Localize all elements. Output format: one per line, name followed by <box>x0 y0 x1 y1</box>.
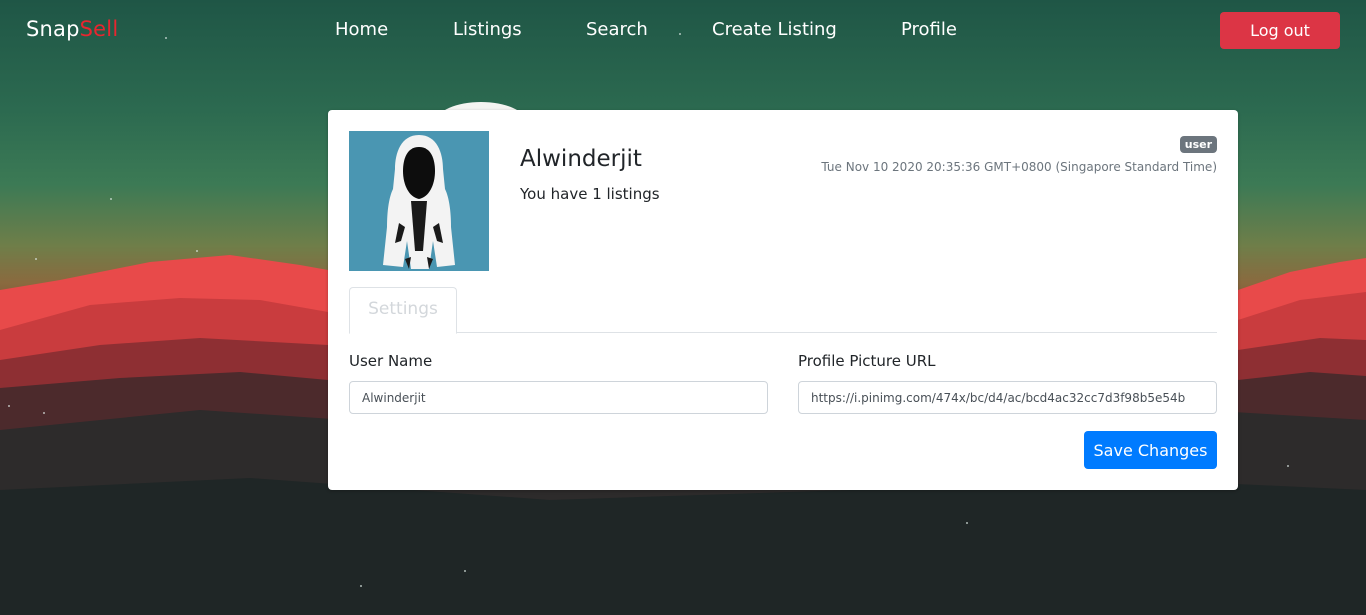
logout-button[interactable]: Log out <box>1220 12 1340 49</box>
profile-picture-label: Profile Picture URL <box>798 352 936 370</box>
profile-username: Alwinderjit <box>520 146 642 172</box>
save-changes-button[interactable]: Save Changes <box>1084 431 1217 469</box>
username-label: User Name <box>349 352 433 370</box>
nav-search[interactable]: Search <box>586 19 648 40</box>
brand-logo[interactable]: SnapSell <box>26 17 118 41</box>
profile-card: Alwinderjit You have 1 listings user Tue… <box>328 110 1238 490</box>
nav-create-listing[interactable]: Create Listing <box>712 19 837 40</box>
brand-name-accent: Sell <box>79 17 119 41</box>
listings-count: You have 1 listings <box>520 185 660 203</box>
navbar: SnapSell Home Listings Search Create Lis… <box>0 0 1366 62</box>
profile-picture-input[interactable] <box>798 381 1217 414</box>
nav-profile[interactable]: Profile <box>901 19 957 40</box>
profile-tabs: Settings <box>349 287 1217 334</box>
username-input[interactable] <box>349 381 768 414</box>
joined-timestamp: Tue Nov 10 2020 20:35:36 GMT+0800 (Singa… <box>821 160 1217 174</box>
brand-name: Snap <box>26 17 80 41</box>
hooded-figure-avatar-icon <box>349 131 489 271</box>
nav-home[interactable]: Home <box>335 19 388 40</box>
avatar <box>349 131 489 271</box>
tab-settings[interactable]: Settings <box>349 287 457 334</box>
role-badge: user <box>1179 136 1217 153</box>
nav-listings[interactable]: Listings <box>453 19 522 40</box>
